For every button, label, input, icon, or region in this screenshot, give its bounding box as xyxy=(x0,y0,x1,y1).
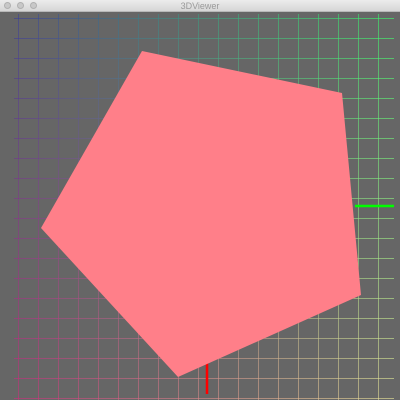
scene-canvas[interactable] xyxy=(0,12,400,400)
3d-viewport[interactable] xyxy=(0,12,400,400)
window-title: 3DViewer xyxy=(180,1,220,11)
app-window: 3DViewer xyxy=(0,0,400,400)
title-bar[interactable]: 3DViewer xyxy=(0,0,400,12)
